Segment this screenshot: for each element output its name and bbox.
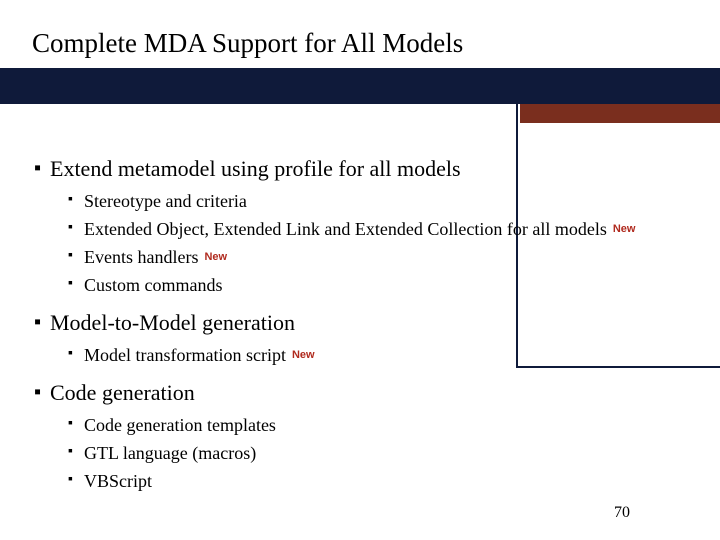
- sub-item-text: Custom commands: [84, 274, 223, 296]
- square-bullet-icon: ▪: [68, 442, 84, 462]
- sub-list: ▪ Stereotype and criteria ▪ Extended Obj…: [68, 190, 694, 296]
- sub-item-text: Code generation templates: [84, 414, 276, 436]
- new-badge: New: [204, 251, 227, 263]
- list-item: ▪ Custom commands: [68, 274, 694, 296]
- square-bullet-icon: ▪: [34, 156, 50, 180]
- sub-item-text: Events handlers: [84, 246, 198, 268]
- square-bullet-icon: ▪: [68, 274, 84, 294]
- list-item: ▪ Extended Object, Extended Link and Ext…: [68, 218, 694, 240]
- list-item: ▪ Model transformation script New: [68, 344, 694, 366]
- section-heading: Extend metamodel using profile for all m…: [50, 156, 461, 182]
- square-bullet-icon: ▪: [68, 246, 84, 266]
- maroon-bar: [520, 104, 720, 123]
- square-bullet-icon: ▪: [34, 380, 50, 404]
- square-bullet-icon: ▪: [68, 414, 84, 434]
- new-badge: New: [613, 223, 636, 235]
- sub-item-text: GTL language (macros): [84, 442, 256, 464]
- square-bullet-icon: ▪: [68, 344, 84, 364]
- title-area: Complete MDA Support for All Models: [0, 0, 720, 112]
- section-heading: Code generation: [50, 380, 195, 406]
- square-bullet-icon: ▪: [68, 190, 84, 210]
- square-bullet-icon: ▪: [34, 310, 50, 334]
- list-item: ▪ Code generation templates: [68, 414, 694, 436]
- new-badge: New: [292, 349, 315, 361]
- sub-item-text: Stereotype and criteria: [84, 190, 247, 212]
- page-title: Complete MDA Support for All Models: [32, 28, 463, 59]
- navy-bar: [0, 68, 720, 104]
- list-item: ▪ Events handlers New: [68, 246, 694, 268]
- sub-list: ▪ Model transformation script New: [68, 344, 694, 366]
- section-heading: Model-to-Model generation: [50, 310, 295, 336]
- sub-list: ▪ Code generation templates ▪ GTL langua…: [68, 414, 694, 492]
- sub-item-text: VBScript: [84, 470, 152, 492]
- page-number: 70: [614, 504, 630, 522]
- sub-item-text: Model transformation script: [84, 344, 286, 366]
- content-body: ▪ Extend metamodel using profile for all…: [34, 142, 694, 492]
- list-item: ▪ Stereotype and criteria: [68, 190, 694, 212]
- sub-item-text: Extended Object, Extended Link and Exten…: [84, 218, 607, 240]
- list-item: ▪ GTL language (macros): [68, 442, 694, 464]
- list-item: ▪ Model-to-Model generation: [34, 310, 694, 336]
- square-bullet-icon: ▪: [68, 470, 84, 490]
- list-item: ▪ VBScript: [68, 470, 694, 492]
- list-item: ▪ Extend metamodel using profile for all…: [34, 156, 694, 182]
- list-item: ▪ Code generation: [34, 380, 694, 406]
- square-bullet-icon: ▪: [68, 218, 84, 238]
